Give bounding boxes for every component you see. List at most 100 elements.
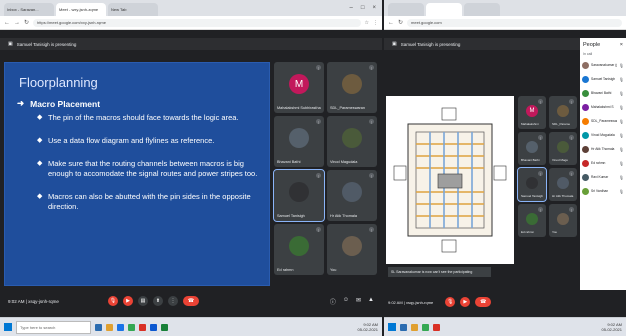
mic-icon[interactable]: 🎙 xyxy=(619,91,624,96)
reload-icon[interactable]: ↻ xyxy=(24,19,29,26)
reload-icon[interactable]: ↻ xyxy=(398,19,403,26)
avatar xyxy=(342,74,362,95)
tab-meet[interactable] xyxy=(426,3,462,16)
close-button[interactable]: × xyxy=(372,5,376,11)
task-view-icon[interactable] xyxy=(95,323,102,331)
people-panel-title: People xyxy=(583,42,601,48)
end-call-button[interactable]: ☎ xyxy=(475,297,492,307)
people-row[interactable]: Saravanakumar (you)🎙 xyxy=(580,58,626,72)
activities-icon[interactable]: ▲ xyxy=(368,297,374,306)
maximize-button[interactable]: □ xyxy=(361,5,365,11)
present-icon: ▣ xyxy=(392,41,397,47)
captions-button[interactable]: ▤ xyxy=(138,296,148,306)
participant-tile[interactable]: SDL_Parame ⋮ xyxy=(549,96,577,129)
participant-tile[interactable]: M Mahalakshmi ⋮ xyxy=(518,96,546,129)
mic-off-button[interactable]: 🎙 xyxy=(108,296,118,306)
participant-name: Bhavani Bathi xyxy=(277,160,301,164)
tab-inbox[interactable]: Inbox - Saravan... xyxy=(4,3,54,16)
close-icon[interactable]: × xyxy=(620,42,623,48)
participant-tile[interactable]: Bhavani Bathi ⋮ xyxy=(518,132,546,165)
people-row[interactable]: Samuel Tanisigh 🎙 xyxy=(580,72,626,86)
mic-icon[interactable]: 🎙 xyxy=(619,147,624,152)
avatar xyxy=(582,117,589,125)
present-button[interactable]: ⬆ xyxy=(153,296,163,306)
windows-start-icon[interactable] xyxy=(388,323,396,331)
people-row[interactable]: Mahalakshmi S 🎙 xyxy=(580,100,626,114)
mic-off-button[interactable]: 🎙 xyxy=(445,297,456,307)
edge-icon[interactable] xyxy=(117,323,124,331)
participant-tile[interactable]: Ed rahmn ⋮ xyxy=(274,224,324,275)
participant-tile[interactable]: Ed rahmn ⋮ xyxy=(518,204,546,237)
participant-tile[interactable]: Samuel Tanisigh ⋮ xyxy=(517,167,547,202)
camera-off-button[interactable]: ▶ xyxy=(460,297,471,307)
minimize-button[interactable]: – xyxy=(350,5,353,11)
mic-muted-icon: ⋮ xyxy=(569,207,574,212)
chrome-icon[interactable] xyxy=(422,323,429,331)
people-row[interactable]: Ed rahmn 🎙 xyxy=(580,156,626,170)
participant-name: Hr Atik Thomala xyxy=(330,214,357,218)
avatar xyxy=(526,140,538,153)
slide-bullet: ◆ The pin of the macros should face towar… xyxy=(37,113,261,123)
info-icon[interactable]: ⓘ xyxy=(330,297,336,306)
tab[interactable] xyxy=(464,3,500,16)
mic-icon[interactable]: 🎙 xyxy=(619,175,624,180)
participant-tile[interactable]: Hr Atik Thomala ⋮ xyxy=(327,170,377,221)
mic-muted-icon: ⋮ xyxy=(538,99,543,104)
system-clock[interactable]: 9:02 AM 05-02-2021 xyxy=(602,322,622,332)
app-icon[interactable] xyxy=(433,323,440,331)
mic-icon[interactable]: 🎙 xyxy=(619,119,624,124)
address-bar[interactable]: meet.google.com xyxy=(407,18,622,27)
participant-tile[interactable]: You ⋮ xyxy=(549,204,577,237)
mic-icon[interactable]: 🎙 xyxy=(619,77,624,82)
participant-tile[interactable]: Vinod Magu ⋮ xyxy=(549,132,577,165)
people-icon[interactable]: ☺ xyxy=(343,297,349,306)
excel-icon[interactable] xyxy=(161,323,168,331)
participant-name: Samuel Tanisigh xyxy=(521,194,543,198)
mic-icon[interactable]: 🎙 xyxy=(619,189,624,194)
address-bar[interactable]: https://meet.google.com/xxy-jsnh-rqme xyxy=(33,18,361,27)
file-explorer-icon[interactable] xyxy=(106,323,113,331)
people-row[interactable]: Ravi Kumar 🎙 xyxy=(580,170,626,184)
avatar xyxy=(289,128,309,149)
avatar xyxy=(582,103,589,111)
mic-icon[interactable]: 🎙 xyxy=(619,105,624,110)
participant-tile[interactable]: M Mahalakshmi Subhirastha ⋮ xyxy=(274,62,324,113)
participant-tile[interactable]: You ⋮ xyxy=(327,224,377,275)
chat-icon[interactable]: ✉ xyxy=(356,297,361,306)
people-row[interactable]: Hr Atik Thomala 🎙 xyxy=(580,142,626,156)
mic-icon[interactable]: 🎙 xyxy=(619,133,624,138)
mic-icon[interactable]: 🎙 xyxy=(619,161,624,166)
menu-icon[interactable]: ⋮ xyxy=(373,20,378,26)
person-name: Sri Vardhan xyxy=(591,189,609,193)
camera-off-button[interactable]: ▶ xyxy=(123,296,133,306)
participant-tile[interactable]: Hr Atik Thomala ⋮ xyxy=(549,168,577,201)
people-row[interactable]: Bhavani Bathi 🎙 xyxy=(580,86,626,100)
word-icon[interactable] xyxy=(150,323,157,331)
more-options-button[interactable]: ⋮ xyxy=(168,296,178,306)
caption-toast: SL Saravanakumar is now can't see the pa… xyxy=(388,267,491,277)
participant-tile[interactable]: SDL_Parameswaran ⋮ xyxy=(327,62,377,113)
tab-meet[interactable]: Meet - wxy-jsnh-zqme xyxy=(56,3,106,16)
file-explorer-icon[interactable] xyxy=(411,323,418,331)
app-icon[interactable] xyxy=(139,323,146,331)
windows-start-icon[interactable] xyxy=(4,323,12,331)
participant-tile[interactable]: Vinod Magudala ⋮ xyxy=(327,116,377,167)
people-row[interactable]: Vinod Magudala 🎙 xyxy=(580,128,626,142)
back-icon[interactable]: ← xyxy=(4,20,10,26)
system-clock[interactable]: 9:02 AM 05-02-2021 xyxy=(358,322,378,332)
end-call-button[interactable]: ☎ xyxy=(183,296,199,306)
star-icon[interactable]: ☆ xyxy=(365,20,369,26)
avatar xyxy=(582,145,589,153)
participant-tile[interactable]: Samuel Tanisigh ⋮ xyxy=(273,169,325,222)
forward-icon[interactable]: → xyxy=(14,20,20,26)
mic-icon[interactable]: 🎙 xyxy=(619,63,624,68)
back-icon[interactable]: ← xyxy=(388,20,394,26)
task-view-icon[interactable] xyxy=(400,323,407,331)
people-row[interactable]: SDL_Parameswaran🎙 xyxy=(580,114,626,128)
tab-new[interactable]: New Tab xyxy=(108,3,158,16)
participant-tile[interactable]: Bhavani Bathi ⋮ xyxy=(274,116,324,167)
taskbar-search[interactable]: Type here to search xyxy=(16,320,91,334)
chrome-icon[interactable] xyxy=(128,323,135,331)
tab[interactable] xyxy=(388,3,424,16)
people-row[interactable]: Sri Vardhan 🎙 xyxy=(580,184,626,198)
